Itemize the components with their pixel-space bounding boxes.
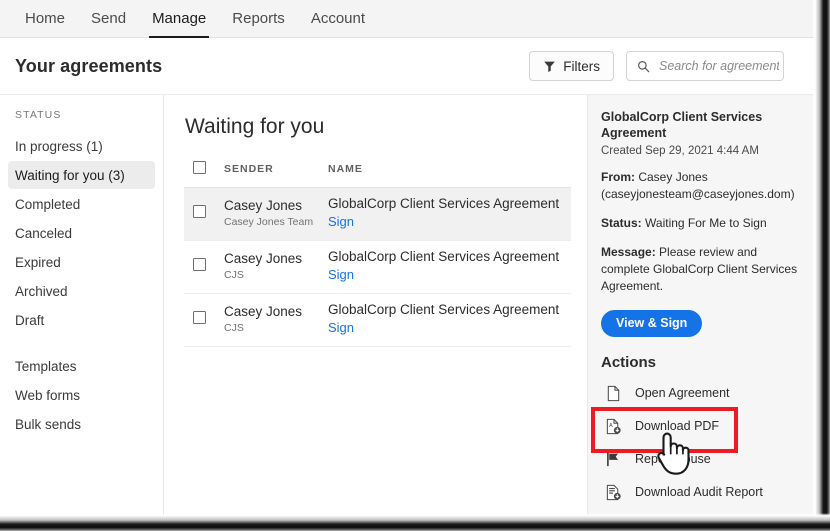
filters-button-label: Filters [563, 58, 600, 74]
sender-name: Casey Jones [224, 198, 303, 214]
sidebar-item-in-progress[interactable]: In progress (1) [8, 132, 155, 160]
row-sender-cell: Casey Jones CJS [224, 293, 328, 348]
table-row[interactable]: Casey Jones CJS GlobalCorp Client Servic… [184, 240, 571, 295]
agreement-name: GlobalCorp Client Services Agreement [328, 196, 560, 211]
sign-link[interactable]: Sign [328, 319, 571, 338]
top-navigation-bar: Home Send Manage Reports Account [0, 0, 814, 38]
nav-item-reports[interactable]: Reports [219, 0, 298, 38]
select-all-header [184, 155, 224, 188]
sender-group: Casey Jones Team [224, 216, 314, 229]
actions-heading: Actions [601, 353, 657, 371]
sidebar-item-bulk-sends[interactable]: Bulk sends [8, 410, 155, 438]
detail-from: From: Casey Jones (caseyjonesteam@caseyj… [601, 169, 800, 203]
row-checkbox-cell [184, 187, 224, 242]
sidebar-item-web-forms[interactable]: Web forms [8, 381, 155, 409]
detail-status: Status: Waiting For Me to Sign [601, 215, 800, 232]
column-header-name[interactable]: NAME [328, 155, 571, 188]
screenshot-frame: Home Send Manage Reports Account Your ag… [0, 0, 830, 531]
detail-from-value: Casey Jones [638, 169, 708, 184]
detail-message-label: Message: [601, 244, 656, 259]
action-open-agreement[interactable]: Open Agreement [601, 377, 800, 410]
action-download-pdf-label: Download PDF [635, 419, 720, 434]
column-header-sender[interactable]: SENDER [224, 155, 328, 188]
flag-icon [605, 451, 622, 468]
audit-report-icon [605, 484, 622, 501]
application-window: Home Send Manage Reports Account Your ag… [0, 0, 814, 516]
sidebar-divider [0, 335, 163, 351]
action-open-agreement-label: Open Agreement [635, 386, 730, 401]
agreements-list-panel: Waiting for you SENDER NAME Casey Jones … [164, 95, 588, 516]
action-report-abuse[interactable]: Report Abuse [601, 443, 800, 476]
filters-button[interactable]: Filters [529, 51, 614, 81]
sidebar: STATUS In progress (1) Waiting for you (… [0, 95, 164, 516]
table-row[interactable]: Casey Jones Casey Jones Team GlobalCorp … [184, 187, 571, 242]
window-shadow-right [812, 0, 830, 531]
page-title: Your agreements [15, 55, 163, 76]
agreement-detail-panel: GlobalCorp Client Services Agreement Cre… [588, 95, 814, 516]
sender-group: CJS [224, 322, 244, 335]
row-sender-cell: Casey Jones Casey Jones Team [224, 187, 328, 242]
row-sender-cell: Casey Jones CJS [224, 240, 328, 295]
nav-item-home[interactable]: Home [12, 0, 78, 38]
view-and-sign-button[interactable]: View & Sign [601, 309, 703, 337]
sign-link[interactable]: Sign [328, 213, 571, 232]
select-all-checkbox[interactable] [193, 161, 206, 174]
action-download-audit-report-label: Download Audit Report [635, 485, 763, 500]
row-checkbox[interactable] [193, 204, 206, 218]
table-row[interactable]: Casey Jones CJS GlobalCorp Client Servic… [184, 293, 571, 348]
sidebar-item-expired[interactable]: Expired [8, 248, 155, 276]
sidebar-item-completed[interactable]: Completed [8, 190, 155, 218]
sender-name: Casey Jones [224, 304, 303, 320]
row-name-cell: GlobalCorp Client Services Agreement Sig… [328, 240, 571, 295]
detail-title: GlobalCorp Client Services Agreement [601, 110, 763, 141]
download-pdf-icon: A [605, 418, 622, 435]
sender-group: CJS [224, 269, 244, 282]
row-name-cell: GlobalCorp Client Services Agreement Sig… [328, 187, 571, 242]
action-report-abuse-label: Report Abuse [635, 452, 711, 467]
detail-from-label: From: [601, 169, 635, 184]
row-checkbox-cell [184, 293, 224, 348]
sign-link[interactable]: Sign [328, 266, 571, 285]
sidebar-item-draft[interactable]: Draft [8, 306, 155, 334]
detail-status-value: Waiting For Me to Sign [645, 215, 767, 230]
sidebar-item-waiting-for-you[interactable]: Waiting for you (3) [8, 161, 155, 189]
search-box[interactable] [626, 51, 784, 81]
document-icon [605, 385, 622, 402]
main-body: STATUS In progress (1) Waiting for you (… [0, 95, 814, 516]
agreement-name: GlobalCorp Client Services Agreement [328, 302, 560, 318]
detail-created-date: Created Sep 29, 2021 4:44 AM [601, 144, 759, 157]
row-name-cell: GlobalCorp Client Services Agreement Sig… [328, 293, 571, 348]
detail-message: Message: Please review and complete Glob… [601, 244, 800, 295]
row-checkbox[interactable] [193, 257, 206, 271]
detail-status-label: Status: [601, 215, 642, 230]
sidebar-heading: STATUS [15, 109, 62, 121]
search-icon [637, 60, 650, 73]
agreements-table: SENDER NAME Casey Jones Casey Jones Team [184, 155, 571, 348]
action-download-pdf[interactable]: A Download PDF [601, 410, 800, 443]
row-checkbox-cell [184, 240, 224, 295]
action-hide-agreement[interactable]: Hide Agreement [601, 509, 800, 516]
nav-item-account[interactable]: Account [298, 0, 378, 38]
filter-funnel-icon [543, 60, 556, 73]
detail-from-email: (caseyjonesteam@caseyjones.dom) [601, 186, 795, 201]
action-download-audit-report[interactable]: Download Audit Report [601, 476, 800, 509]
nav-item-manage[interactable]: Manage [139, 0, 219, 38]
row-checkbox[interactable] [193, 310, 206, 324]
sidebar-item-canceled[interactable]: Canceled [8, 219, 155, 247]
sender-name: Casey Jones [224, 251, 303, 267]
header-tools: Filters [529, 51, 798, 81]
agreement-name: GlobalCorp Client Services Agreement [328, 249, 560, 265]
page-header: Your agreements Filters [0, 38, 814, 95]
nav-item-send[interactable]: Send [78, 0, 139, 38]
list-title: Waiting for you [185, 115, 325, 138]
svg-text:A: A [609, 423, 613, 429]
sidebar-item-archived[interactable]: Archived [8, 277, 155, 305]
table-header-row: SENDER NAME [184, 155, 571, 188]
search-input[interactable] [659, 59, 779, 73]
sidebar-item-templates[interactable]: Templates [8, 352, 155, 380]
